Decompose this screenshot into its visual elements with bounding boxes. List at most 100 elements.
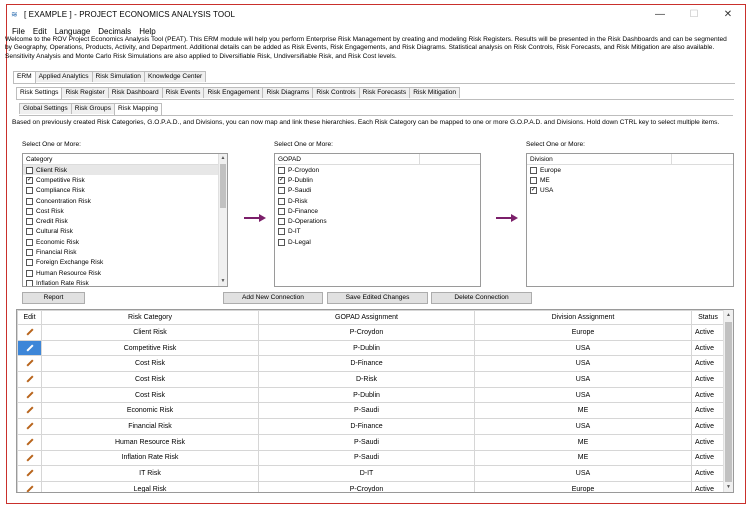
edit-cell[interactable] [17,386,42,404]
scroll-down-icon[interactable]: ▼ [219,277,227,286]
column-header-status[interactable]: Status [691,310,725,325]
checkbox-icon[interactable] [278,207,285,215]
menu-help[interactable]: Help [139,27,155,36]
category-item[interactable]: Credit Risk [23,216,227,226]
gopad-listbox[interactable]: GOPAD P-Croydon ✓ P-Dublin P-Saudi D-Risk D-F… [274,153,481,287]
save-changes-button[interactable]: Save Edited Changes [327,292,428,304]
column-header-gopad[interactable]: GOPAD Assignment [258,310,475,325]
table-row[interactable]: Human Resource Risk P-Saudi ME Active [17,433,725,451]
category-item[interactable]: ✓ Competitive Risk [23,175,227,185]
table-row[interactable]: Financial Risk D-Finance USA Active [17,418,725,435]
checkbox-icon[interactable] [278,228,285,236]
pencil-icon[interactable] [25,485,34,492]
table-row[interactable]: Cost Risk D-Risk USA Active [17,371,725,388]
tab-risk-simulation[interactable]: Risk Simulation [91,71,145,82]
pencil-icon[interactable] [25,328,34,336]
checkbox-icon[interactable] [26,238,33,246]
category-item[interactable]: Concentration Risk [23,196,227,206]
pencil-icon[interactable] [25,406,34,414]
checkbox-icon[interactable] [26,259,33,267]
table-row[interactable]: Inflation Rate Risk P-Saudi ME Active [17,449,725,467]
division-item[interactable]: ✓ USA [527,186,733,196]
menu-file[interactable]: File [12,27,25,36]
checkbox-checked-icon[interactable]: ✓ [530,187,537,195]
category-item[interactable]: Inflation Rate Risk [23,278,227,286]
category-item[interactable]: Cultural Risk [23,227,227,237]
delete-connection-button[interactable]: Delete Connection [431,292,532,304]
category-item[interactable]: Compliance Risk [23,186,227,196]
close-button[interactable]: ✕ [711,9,745,20]
table-row[interactable]: Competitive Risk P-Dublin USA Active [17,339,725,357]
tab-risk-controls[interactable]: Risk Controls [312,87,360,98]
pencil-icon[interactable] [25,359,34,367]
category-scrollbar[interactable]: ▲ ▼ [218,154,227,286]
scroll-down-icon[interactable]: ▼ [724,482,733,492]
checkbox-checked-icon[interactable]: ✓ [278,176,285,184]
maximize-button[interactable]: ☐ [677,9,711,20]
column-header-division[interactable]: Division Assignment [474,310,692,325]
gopad-item[interactable]: P-Saudi [275,186,480,196]
division-item[interactable]: Europe [527,165,733,175]
table-row[interactable]: Legal Risk P-Croydon Europe Active [17,480,725,492]
checkbox-icon[interactable] [278,238,285,246]
checkbox-icon[interactable] [26,269,33,277]
grid-scrollbar[interactable]: ▲ ▼ [723,310,733,492]
menu-decimals[interactable]: Decimals [98,27,131,36]
checkbox-icon[interactable] [278,218,285,226]
checkbox-icon[interactable] [278,166,285,174]
category-item[interactable]: Financial Risk [23,247,227,257]
edit-cell[interactable] [17,402,42,420]
category-item[interactable]: Client Risk [23,165,227,176]
menu-edit[interactable]: Edit [33,27,47,36]
tab-global-settings[interactable]: Global Settings [19,103,72,114]
report-button[interactable]: Report [22,292,85,304]
checkbox-icon[interactable] [26,218,33,226]
edit-cell[interactable] [17,418,42,435]
checkbox-icon[interactable] [26,279,33,286]
checkbox-icon[interactable] [530,166,537,174]
add-connection-button[interactable]: Add New Connection [223,292,323,304]
table-row[interactable]: Economic Risk P-Saudi ME Active [17,402,725,420]
checkbox-icon[interactable] [278,187,285,195]
tab-risk-events[interactable]: Risk Events [161,87,205,98]
checkbox-icon[interactable] [26,207,33,215]
table-row[interactable]: Cost Risk D-Finance USA Active [17,355,725,373]
checkbox-icon[interactable] [26,166,33,174]
scroll-up-icon[interactable]: ▲ [219,154,227,163]
gopad-item[interactable]: D-Legal [275,237,480,247]
tab-risk-engagement[interactable]: Risk Engagement [203,87,264,98]
pencil-icon[interactable] [25,391,34,399]
pencil-icon[interactable] [25,469,34,477]
column-header-risk-category[interactable]: Risk Category [41,310,259,325]
gopad-item[interactable]: D-Operations [275,216,480,226]
pencil-icon[interactable] [25,344,34,352]
gopad-item[interactable]: D-Finance [275,206,480,216]
checkbox-icon[interactable] [26,228,33,236]
column-header-edit[interactable]: Edit [17,310,42,325]
checkbox-icon[interactable] [26,197,33,205]
edit-cell[interactable] [17,371,42,388]
checkbox-icon[interactable] [278,197,285,205]
checkbox-icon[interactable] [530,176,537,184]
edit-cell[interactable] [17,433,42,451]
edit-cell[interactable] [17,480,42,492]
category-item[interactable]: Human Resource Risk [23,268,227,278]
tab-risk-register[interactable]: Risk Register [61,87,109,98]
tab-risk-forecasts[interactable]: Risk Forecasts [358,87,411,98]
pencil-icon[interactable] [25,438,34,446]
scroll-up-icon[interactable]: ▲ [724,310,733,320]
tab-applied-analytics[interactable]: Applied Analytics [34,71,93,82]
gopad-item[interactable]: ✓ P-Dublin [275,175,480,185]
scroll-thumb[interactable] [220,164,226,208]
table-row[interactable]: Cost Risk P-Dublin USA Active [17,386,725,404]
checkbox-icon[interactable] [26,249,33,257]
tab-risk-mapping[interactable]: Risk Mapping [114,103,162,115]
edit-cell[interactable] [17,324,42,341]
table-row[interactable]: Client Risk P-Croydon Europe Active [17,324,725,341]
tab-risk-diagrams[interactable]: Risk Diagrams [262,87,314,98]
edit-cell[interactable] [17,465,42,482]
category-item[interactable]: Foreign Exchange Risk [23,258,227,268]
tab-risk-dashboard[interactable]: Risk Dashboard [107,87,163,98]
category-item[interactable]: Economic Risk [23,237,227,247]
gopad-item[interactable]: D-IT [275,227,480,237]
